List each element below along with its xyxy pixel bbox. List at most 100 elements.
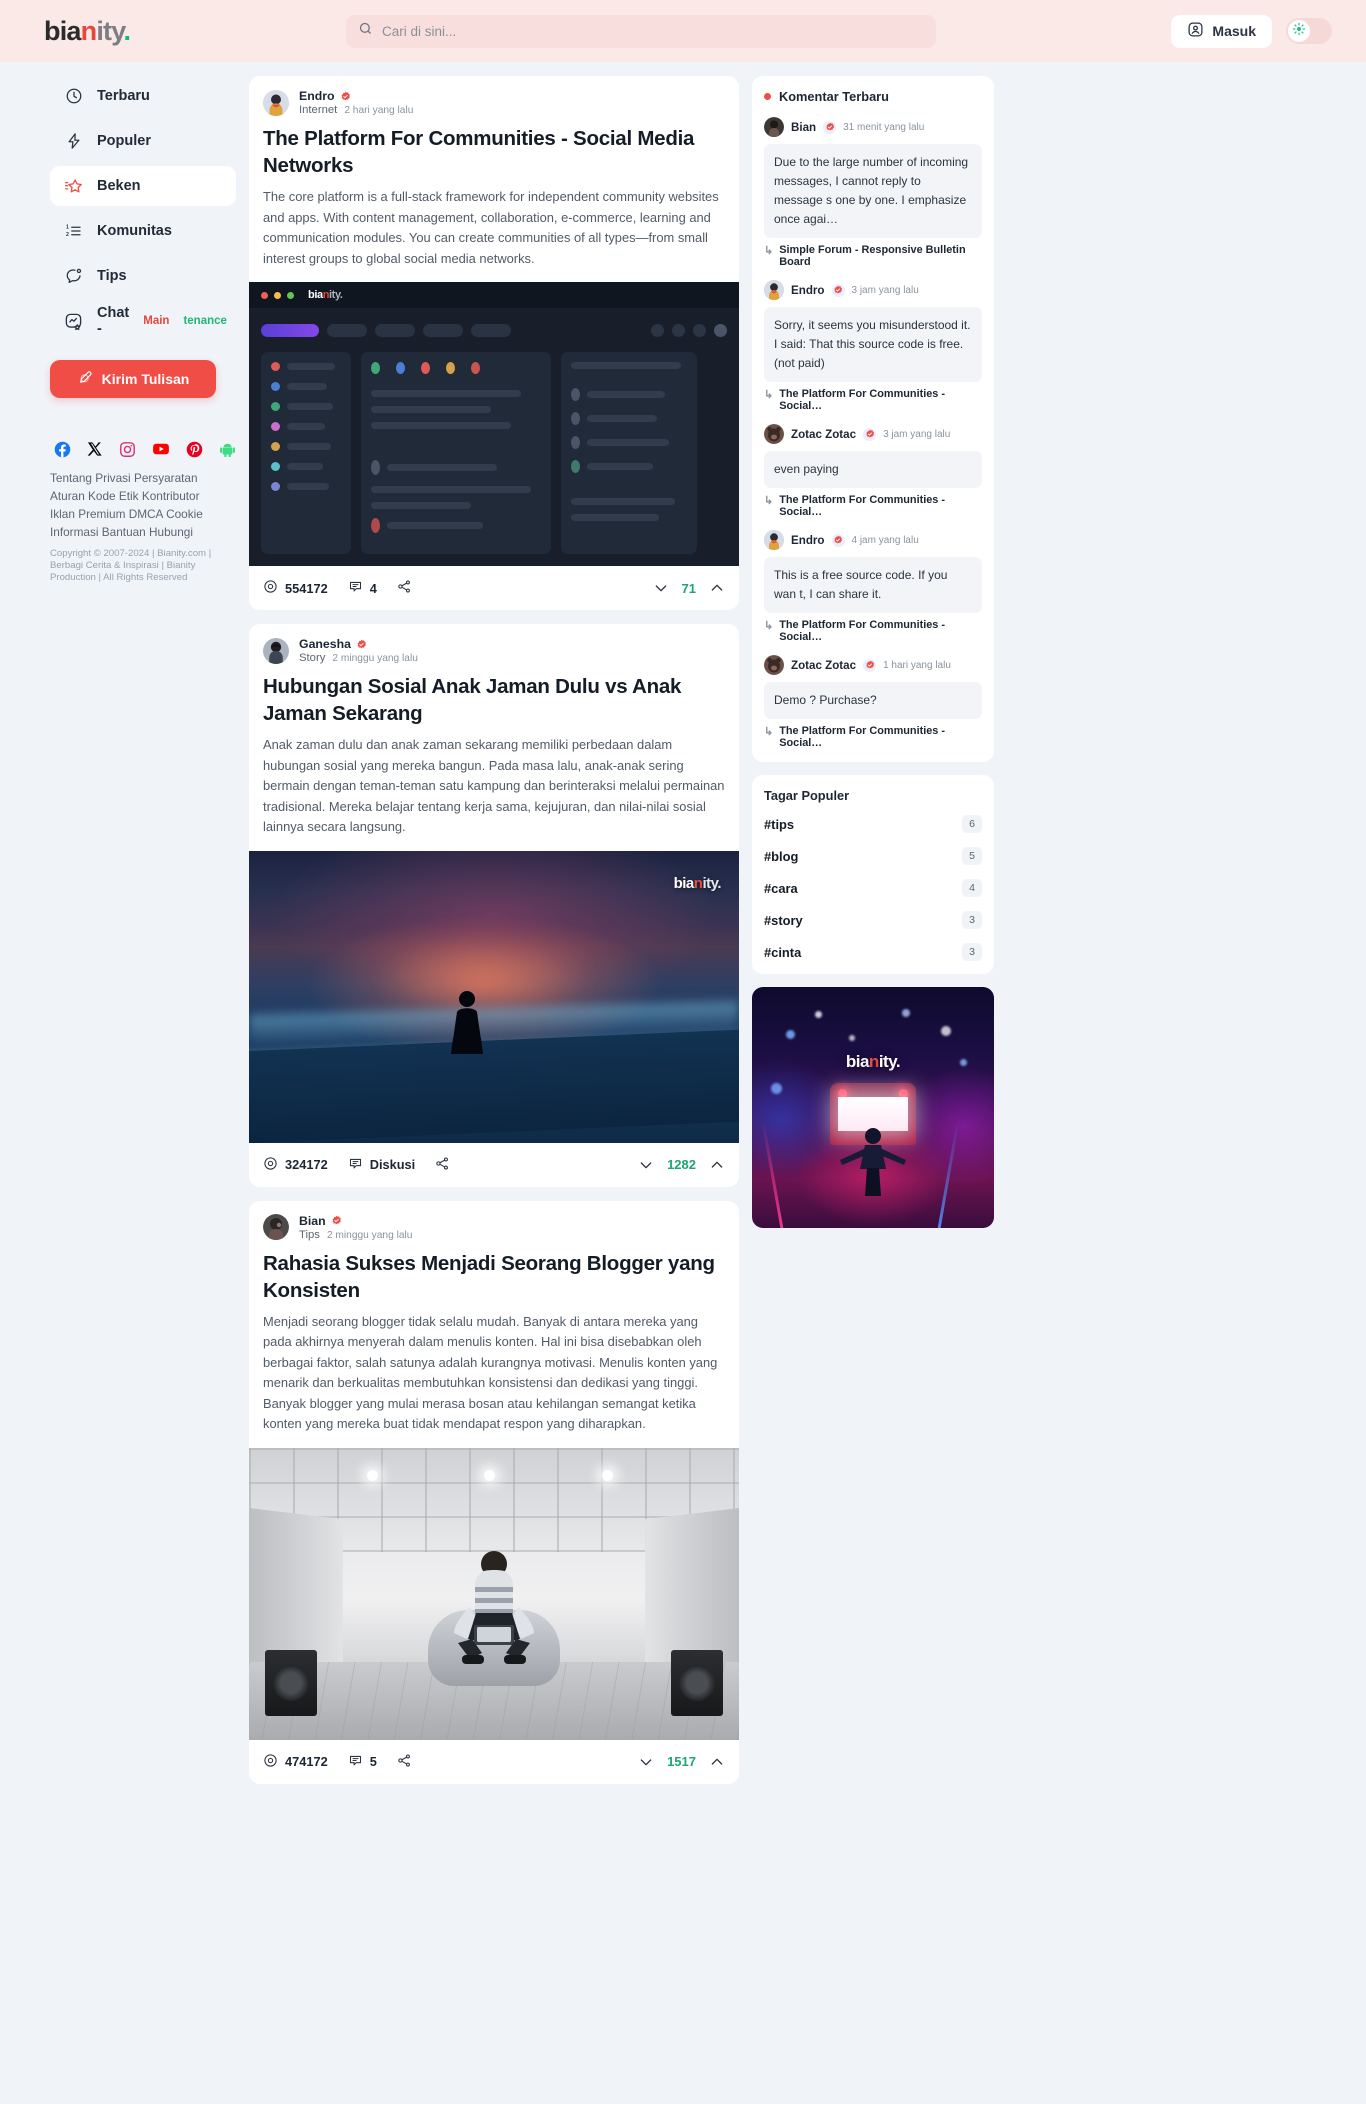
mock-left-column <box>261 352 351 554</box>
footer-link[interactable]: Aturan <box>50 489 85 503</box>
instagram-icon[interactable] <box>119 441 136 458</box>
mock-nav-pill <box>375 323 415 337</box>
avatar[interactable] <box>764 280 784 300</box>
comment-item: Endro 3 jam yang lalu Sorry, it seems yo… <box>764 280 982 412</box>
post-share[interactable] <box>397 579 412 597</box>
post-comments[interactable]: 4 <box>348 579 377 597</box>
reply-arrow-icon: ↳ <box>764 245 774 257</box>
downvote-button[interactable] <box>638 1157 654 1173</box>
footer-link[interactable]: Bantuan <box>102 525 146 539</box>
post-actions: 554172 4 71 <box>249 566 739 610</box>
sidebar-item-terbaru[interactable]: Terbaru <box>50 76 236 116</box>
post-category[interactable]: Story <box>299 652 325 664</box>
post-comments[interactable]: Diskusi <box>348 1156 415 1174</box>
post-title[interactable]: Rahasia Sukses Menjadi Seorang Blogger y… <box>249 1241 739 1304</box>
pinterest-icon[interactable] <box>186 441 203 458</box>
comment-source-link[interactable]: ↳ The Platform For Communities - Social… <box>764 725 982 749</box>
avatar[interactable] <box>263 637 289 664</box>
footer-link[interactable]: Premium <box>78 507 125 521</box>
comment-source-link[interactable]: ↳ The Platform For Communities - Social… <box>764 619 982 643</box>
sidebar-item-populer[interactable]: Populer <box>50 121 236 161</box>
footer-link[interactable]: Kode Etik <box>88 489 139 503</box>
comment-source-link[interactable]: ↳ The Platform For Communities - Social… <box>764 494 982 518</box>
downvote-button[interactable] <box>653 580 669 596</box>
footer-link[interactable]: Persyaratan <box>134 471 198 485</box>
post-title[interactable]: The Platform For Communities - Social Me… <box>249 116 739 179</box>
theme-toggle[interactable] <box>1286 18 1332 44</box>
avatar[interactable] <box>764 117 784 137</box>
upvote-button[interactable] <box>709 1157 725 1173</box>
verified-badge-icon <box>863 658 877 672</box>
post-author[interactable]: Bian <box>299 1214 326 1228</box>
upvote-button[interactable] <box>709 580 725 596</box>
footer-link[interactable]: Iklan <box>50 507 75 521</box>
avatar[interactable] <box>263 89 289 116</box>
post-image-beach-sunset-photo[interactable]: bianity. <box>249 850 739 1143</box>
tag-row[interactable]: #story 3 <box>764 911 982 929</box>
avatar[interactable] <box>263 1214 289 1240</box>
comment-source-link[interactable]: ↳ The Platform For Communities - Social… <box>764 388 982 412</box>
tag-row[interactable]: #cinta 3 <box>764 943 982 961</box>
post-category[interactable]: Internet <box>299 104 337 116</box>
footer-link[interactable]: Cookie <box>166 507 203 521</box>
post-share[interactable] <box>397 1753 412 1771</box>
post-image-dashboard-mockup[interactable]: bianity. <box>249 282 739 566</box>
comment-author[interactable]: Zotac Zotac <box>791 428 856 441</box>
comment-author[interactable]: Endro <box>791 534 825 547</box>
comment-author[interactable]: Bian <box>791 121 816 134</box>
post-views[interactable]: 324172 <box>263 1156 328 1174</box>
upvote-button[interactable] <box>709 1754 725 1770</box>
x-twitter-icon[interactable] <box>87 441 103 457</box>
post-author[interactable]: Ganesha <box>299 637 351 651</box>
verified-badge-icon <box>340 91 351 102</box>
share-icon <box>435 1156 450 1174</box>
android-icon[interactable] <box>219 441 236 458</box>
ad-banner[interactable]: bianity. <box>752 987 994 1228</box>
avatar[interactable] <box>764 424 784 444</box>
facebook-icon[interactable] <box>54 441 71 458</box>
site-logo[interactable]: bianity. <box>28 16 278 47</box>
post-comments[interactable]: 5 <box>348 1753 377 1771</box>
footer-link[interactable]: Tentang <box>50 471 92 485</box>
post-share[interactable] <box>435 1156 450 1174</box>
post-views[interactable]: 474172 <box>263 1753 328 1771</box>
tag-row[interactable]: #blog 5 <box>764 847 982 865</box>
ceiling-lamp <box>484 1469 496 1481</box>
submit-post-button[interactable]: Kirim Tulisan <box>50 360 216 398</box>
sidebar-item-beken[interactable]: Beken <box>50 166 236 206</box>
footer-link[interactable]: Hubungi <box>149 525 193 539</box>
avatar[interactable] <box>764 530 784 550</box>
avatar[interactable] <box>764 655 784 675</box>
footer-link[interactable]: Privasi <box>95 471 130 485</box>
comment-author[interactable]: Endro <box>791 284 825 297</box>
sidebar-nav: Terbaru Populer Beken 12 Komunitas Tips … <box>50 76 236 346</box>
post-views[interactable]: 554172 <box>263 579 328 597</box>
post-author[interactable]: Endro <box>299 89 335 103</box>
image-watermark: bianity. <box>673 874 722 892</box>
sidebar-item-komunitas[interactable]: 12 Komunitas <box>50 211 236 251</box>
youtube-icon[interactable] <box>152 440 170 458</box>
reply-arrow-icon: ↳ <box>764 620 774 632</box>
comment-author[interactable]: Zotac Zotac <box>791 659 856 672</box>
comment-item: Endro 4 jam yang lalu This is a free sou… <box>764 530 982 643</box>
post-title[interactable]: Hubungan Sosial Anak Jaman Dulu vs Anak … <box>249 664 739 727</box>
sidebar-item-tips[interactable]: Tips <box>50 256 236 296</box>
footer-link[interactable]: Informasi <box>50 525 99 539</box>
comment-text: Demo ? Purchase? <box>764 682 982 719</box>
footer-link[interactable]: Kontributor <box>142 489 200 503</box>
post-category[interactable]: Tips <box>299 1229 320 1241</box>
person-with-laptop <box>434 1547 554 1670</box>
mock-right-column <box>561 352 697 554</box>
tag-row[interactable]: #cara 4 <box>764 879 982 897</box>
downvote-button[interactable] <box>638 1754 654 1770</box>
login-button[interactable]: Masuk <box>1171 14 1272 48</box>
search-input[interactable] <box>382 23 924 39</box>
search-box[interactable] <box>346 14 936 48</box>
footer-link[interactable]: DMCA <box>129 507 163 521</box>
sidebar-item-chat[interactable]: Chat - Main tenance <box>50 301 236 341</box>
tag-row[interactable]: #tips 6 <box>764 815 982 833</box>
comment-source-link[interactable]: ↳ Simple Forum - Responsive Bulletin Boa… <box>764 244 982 268</box>
recent-comments-header: Komentar Terbaru <box>764 89 982 104</box>
post-image-white-room-photo[interactable] <box>249 1447 739 1740</box>
tag-label: #cinta <box>764 944 802 960</box>
